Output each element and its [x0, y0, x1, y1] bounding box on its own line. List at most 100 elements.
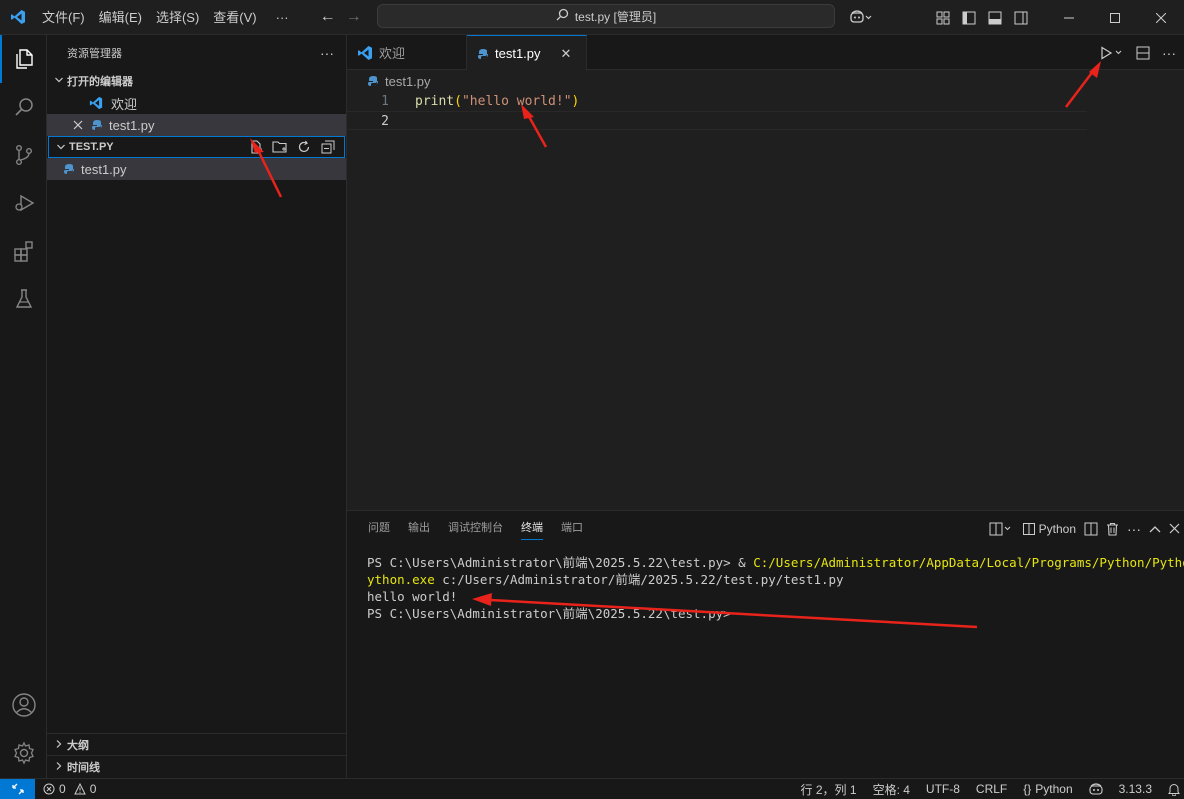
code-line-current: 2 — [347, 111, 1087, 130]
terminal-output[interactable]: PS C:\Users\Administrator\前端\2025.5.22\t… — [347, 546, 1184, 622]
error-count: 0 — [59, 782, 66, 796]
forward-arrow-icon[interactable]: → — [341, 0, 367, 35]
collapse-all-icon[interactable] — [318, 137, 338, 157]
chevron-right-icon — [51, 739, 67, 752]
command-center-search[interactable]: test.py [管理员] — [377, 4, 835, 28]
manage-gear-icon[interactable] — [0, 729, 47, 777]
new-terminal-dropdown-icon[interactable] — [989, 518, 1015, 540]
search-icon[interactable] — [0, 83, 47, 131]
close-window-icon[interactable] — [1138, 0, 1184, 35]
maximize-icon[interactable] — [1092, 0, 1138, 35]
open-editors-section[interactable]: 打开的编辑器 — [47, 70, 346, 92]
tab-test1[interactable]: test1.py ✕ — [467, 35, 587, 71]
breadcrumb[interactable]: test1.py — [347, 70, 1184, 92]
toggle-primary-sidebar-icon[interactable] — [956, 0, 982, 35]
explorer-header: 资源管理器 ··· — [47, 35, 346, 70]
explorer-title: 资源管理器 — [67, 47, 122, 60]
maximize-panel-icon[interactable] — [1149, 518, 1161, 540]
more-actions-icon[interactable]: ··· — [1127, 518, 1141, 540]
workspace-folder-label: TEST.PY — [69, 141, 114, 153]
customize-layout-icon[interactable] — [930, 0, 956, 35]
terminal-profile[interactable]: Python — [1022, 518, 1076, 540]
code-line: 1 print("hello world!") — [347, 92, 1184, 111]
tab-welcome[interactable]: 欢迎 — [347, 35, 467, 70]
panel-actions: Python ··· — [989, 511, 1184, 546]
toggle-secondary-sidebar-icon[interactable] — [1008, 0, 1034, 35]
language-label: Python — [1035, 782, 1073, 796]
workspace-folder-header[interactable]: TEST.PY — [48, 136, 345, 158]
extensions-icon[interactable] — [0, 227, 47, 275]
encoding[interactable]: UTF-8 — [918, 779, 968, 799]
copilot-icon[interactable] — [846, 0, 876, 35]
back-arrow-icon[interactable]: ← — [315, 0, 341, 35]
file-item-test1[interactable]: test1.py — [47, 158, 346, 180]
explorer-more-icon[interactable]: ··· — [320, 45, 334, 61]
open-editor-item-welcome[interactable]: 欢迎 — [47, 92, 346, 114]
open-editor-item-test1[interactable]: test1.py — [47, 114, 346, 136]
close-panel-icon[interactable] — [1169, 518, 1180, 540]
menu-file[interactable]: 文件(F) — [35, 0, 92, 35]
more-actions-icon[interactable]: ··· — [1158, 42, 1180, 64]
error-icon — [43, 783, 55, 795]
tab-label: 欢迎 — [379, 46, 406, 61]
bottom-panel: 问题 输出 调试控制台 终端 端口 Python ··· PS C:\Users… — [347, 510, 1184, 778]
python-file-icon — [91, 119, 107, 131]
account-icon[interactable] — [0, 681, 47, 729]
code-paren: ( — [454, 94, 462, 109]
terminal-line: hello world! — [367, 589, 458, 604]
close-icon[interactable] — [73, 120, 89, 130]
problems-status[interactable]: 0 0 — [35, 779, 104, 799]
chevron-down-icon — [53, 142, 69, 152]
tab-debug-console[interactable]: 调试控制台 — [439, 511, 512, 546]
line-number: 2 — [381, 114, 389, 129]
command-center-label: test.py [管理员] — [574, 9, 657, 24]
menu-more[interactable]: ··· — [264, 0, 301, 35]
code-editor[interactable]: 1 print("hello world!") 2 — [347, 92, 1184, 130]
notifications-bell-icon[interactable] — [1160, 779, 1184, 799]
open-editors-label: 打开的编辑器 — [67, 76, 133, 88]
testing-icon[interactable] — [0, 275, 47, 323]
outline-section[interactable]: 大纲 — [47, 734, 347, 756]
line-number: 1 — [381, 94, 389, 109]
activity-bar — [0, 35, 47, 778]
tab-problems[interactable]: 问题 — [359, 511, 399, 546]
chevron-down-icon — [51, 75, 67, 88]
trash-icon[interactable] — [1106, 518, 1119, 540]
indentation[interactable]: 空格: 4 — [865, 779, 918, 799]
terminal-command-path: ython.exe — [367, 572, 435, 587]
timeline-section[interactable]: 时间线 — [47, 756, 347, 778]
remote-indicator-icon[interactable] — [0, 778, 35, 799]
python-version[interactable]: 3.13.3 — [1111, 779, 1160, 799]
cursor-position[interactable]: 行 2，列 1 — [793, 779, 865, 799]
menu-edit[interactable]: 编辑(E) — [92, 0, 149, 35]
split-terminal-icon[interactable] — [1084, 518, 1098, 540]
close-tab-icon[interactable]: ✕ — [561, 46, 572, 62]
editor-tabs: 欢迎 test1.py ✕ ··· — [347, 35, 1184, 71]
tab-output[interactable]: 输出 — [399, 511, 439, 546]
refresh-icon[interactable] — [294, 137, 314, 157]
toggle-panel-icon[interactable] — [982, 0, 1008, 35]
open-editor-label: test1.py — [109, 117, 155, 133]
split-editor-icon[interactable] — [1132, 42, 1154, 64]
editor-actions: ··· — [1098, 35, 1180, 70]
terminal-command-arg: c:/Users/Administrator/前端/2025.5.22/test… — [434, 572, 844, 587]
minimize-icon[interactable] — [1046, 0, 1092, 35]
tab-ports[interactable]: 端口 — [552, 511, 592, 546]
code-string: "hello world!" — [461, 94, 572, 109]
terminal-line: PS C:\Users\Administrator\前端\2025.5.22\t… — [367, 606, 731, 621]
new-file-icon[interactable] — [246, 137, 266, 157]
copilot-status-icon[interactable] — [1081, 779, 1111, 799]
run-python-file-icon[interactable] — [1098, 42, 1128, 64]
file-label: test1.py — [81, 161, 127, 177]
explorer-icon[interactable] — [0, 35, 47, 83]
python-file-icon — [367, 75, 379, 87]
source-control-icon[interactable] — [0, 131, 47, 179]
menu-selection[interactable]: 选择(S) — [149, 0, 206, 35]
end-of-line[interactable]: CRLF — [968, 779, 1015, 799]
run-debug-icon[interactable] — [0, 179, 47, 227]
new-folder-icon[interactable] — [270, 137, 290, 157]
menu-view[interactable]: 查看(V) — [206, 0, 263, 35]
language-mode[interactable]: {} Python — [1015, 779, 1080, 799]
breadcrumb-file: test1.py — [385, 73, 431, 89]
tab-terminal[interactable]: 终端 — [512, 511, 552, 546]
